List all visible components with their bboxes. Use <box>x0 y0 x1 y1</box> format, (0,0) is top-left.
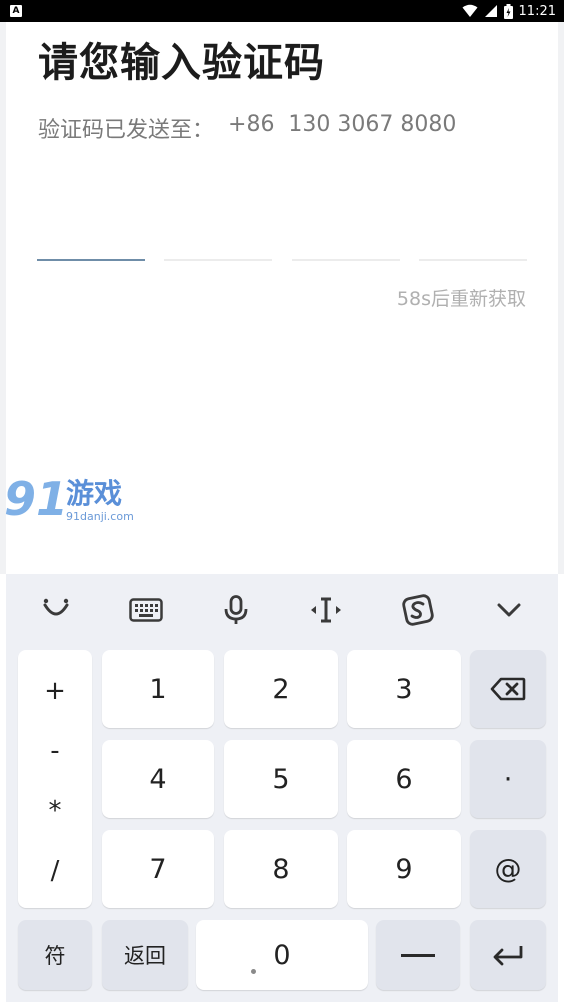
chevron-down-icon[interactable] <box>489 592 529 628</box>
key-1[interactable]: 1 <box>102 650 214 728</box>
code-digit-4[interactable] <box>419 259 527 261</box>
key-0[interactable]: 0 <box>196 920 368 990</box>
sogou-icon[interactable] <box>398 592 438 628</box>
page-title: 请您输入验证码 <box>38 40 325 86</box>
frame-right <box>558 22 564 574</box>
space-key[interactable] <box>376 920 460 990</box>
key-slash[interactable]: / <box>18 856 92 886</box>
watermark-number: 91 <box>4 472 69 526</box>
app-notification-icon: A <box>10 5 22 17</box>
code-digit-1[interactable] <box>37 259 145 261</box>
watermark-name: 游戏 <box>66 477 123 510</box>
backspace-key[interactable] <box>470 650 546 728</box>
sent-to-label: 验证码已发送至： <box>38 118 215 143</box>
wifi-icon <box>462 4 478 17</box>
enter-icon <box>493 946 523 966</box>
key-at[interactable]: @ <box>470 830 546 908</box>
resend-countdown: 58s后重新获取 <box>396 288 526 310</box>
mic-icon[interactable] <box>216 592 256 628</box>
symbols-key[interactable]: 符 <box>18 920 92 990</box>
key-9[interactable]: 9 <box>347 830 461 908</box>
key-7[interactable]: 7 <box>102 830 214 908</box>
smiley-icon[interactable] <box>36 592 76 628</box>
key-4[interactable]: 4 <box>102 740 214 818</box>
key-5[interactable]: 5 <box>224 740 338 818</box>
back-key[interactable]: 返回 <box>102 920 188 990</box>
key-minus[interactable]: - <box>18 736 92 766</box>
key-8[interactable]: 8 <box>224 830 338 908</box>
key-3[interactable]: 3 <box>347 650 461 728</box>
enter-key[interactable] <box>470 920 546 990</box>
code-digit-2[interactable] <box>164 259 272 261</box>
code-digit-3[interactable] <box>292 259 400 261</box>
cursor-icon[interactable] <box>306 592 346 628</box>
key-0-hint-dot <box>251 969 256 974</box>
signal-icon <box>484 5 497 17</box>
keyboard-toolbar <box>6 574 558 646</box>
battery-icon <box>503 3 513 19</box>
soft-keyboard: + - * / 1 2 3 4 5 6 · 7 8 9 @ 符 返回 0 <box>6 574 558 1002</box>
backspace-icon <box>490 677 526 701</box>
key-dot[interactable]: · <box>470 740 546 818</box>
phone-number: +86 130 3067 8080 <box>228 112 457 137</box>
watermark-url: 91danji.com <box>66 510 134 523</box>
clock: 11:21 <box>518 3 556 19</box>
status-icons: 11:21 <box>462 0 556 22</box>
sent-to-line: 验证码已发送至： +86 130 3067 8080 <box>38 112 456 144</box>
status-bar: A 11:21 <box>0 0 564 22</box>
symbol-column[interactable]: + - * / <box>18 650 92 908</box>
keyboard-icon[interactable] <box>126 592 166 628</box>
key-asterisk[interactable]: * <box>18 796 92 826</box>
key-2[interactable]: 2 <box>224 650 338 728</box>
key-6[interactable]: 6 <box>347 740 461 818</box>
space-icon <box>401 954 435 957</box>
key-plus[interactable]: + <box>18 676 92 706</box>
watermark-logo: 91 游戏 91danji.com <box>4 474 134 530</box>
